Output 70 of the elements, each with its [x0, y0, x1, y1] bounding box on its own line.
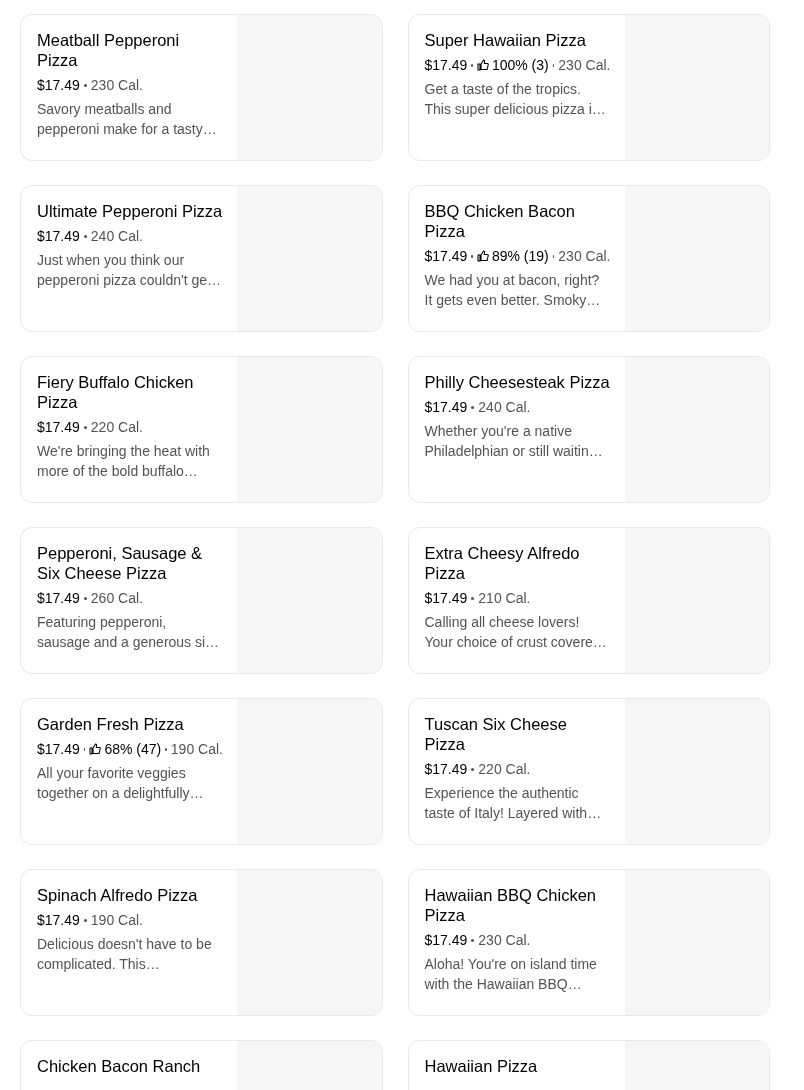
item-price: $17.49 [37, 418, 80, 437]
item-title: Hawaiian Pizza [424, 1056, 539, 1076]
menu-item-card[interactable]: Philly Cheesesteak Pizza $17.49 240 Cal. Whether you're a native Philadelphian or still waitin… [407, 356, 770, 503]
item-title: Tuscan Six Cheese Pizza [424, 714, 568, 754]
thumbs-up-icon [476, 59, 489, 71]
item-price: $17.49 [424, 931, 468, 950]
item-description: Get a taste of the tropics. This super delicious pizza i… [424, 80, 607, 119]
item-title: Pepperoni, Sausage & Six Cheese Pizza [37, 543, 204, 583]
menu-item-card[interactable]: Ultimate Pepperoni Pizza $17.49 240 Cal. Just when you think our pepperoni pizza couldn't ge… [20, 185, 383, 332]
menu-item-card[interactable]: Super Hawaiian Pizza $17.49 100% (3) 230 Cal. Get a taste of the tropics. This super delicious pizza i… [407, 14, 770, 161]
item-title: Hawaiian BBQ Chicken Pizza [424, 885, 597, 925]
item-description: We had you at bacon, right? It gets even better. Smoky… [424, 271, 602, 310]
item-calories: 230 Cal. [478, 931, 531, 950]
menu-item-card[interactable]: Tuscan Six Cheese Pizza $17.49 220 Cal. Experience the authentic taste of Italy! Layered with… [407, 698, 770, 845]
item-calories: 190 Cal. [170, 740, 223, 759]
menu-item-card[interactable]: Garden Fresh Pizza $17.49 68% (47) 190 Cal. All your favorite veggies together on a delightfully… [20, 698, 383, 845]
item-title: Spinach Alfredo Pizza [37, 885, 199, 905]
thumbs-up-icon [89, 743, 102, 755]
item-price: $17.49 [37, 76, 80, 95]
item-title: BBQ Chicken Bacon Pizza [424, 201, 576, 241]
item-description: Experience the authentic taste of Italy! Layered with… [424, 784, 603, 823]
menu-item-card[interactable]: Hawaiian BBQ Chicken Pizza $17.49 230 Cal. Aloha! You're on island time with the Hawaiian BBQ… [407, 869, 770, 1016]
item-calories: 220 Cal. [478, 760, 531, 779]
item-price: $17.49 [37, 589, 80, 608]
item-title: Fiery Buffalo Chicken Pizza [37, 372, 195, 412]
item-title: Meatball Pepperoni Pizza [37, 30, 181, 70]
item-calories: 220 Cal. [90, 418, 143, 437]
item-price: $17.49 [37, 740, 80, 759]
item-rating: 89% (19) [476, 246, 549, 266]
item-title: Philly Cheesesteak Pizza [424, 372, 611, 392]
item-title: Super Hawaiian Pizza [424, 30, 587, 50]
item-price: $17.49 [424, 398, 468, 417]
item-calories: 230 Cal. [558, 247, 611, 266]
menu-item-card[interactable]: Chicken Bacon Ranch [20, 1040, 383, 1090]
menu-item-card[interactable]: Spinach Alfredo Pizza $17.49 190 Cal. Delicious doesn't have to be complicated. This… [20, 869, 383, 1016]
item-calories: 230 Cal. [558, 56, 611, 75]
item-calories: 240 Cal. [478, 398, 531, 417]
menu-item-card[interactable]: BBQ Chicken Bacon Pizza $17.49 89% (19) 230 Cal. We had you at bacon, right? It gets even better. Smoky… [407, 185, 770, 332]
item-price: $17.49 [424, 56, 468, 75]
item-price: $17.49 [424, 589, 468, 608]
item-calories: 240 Cal. [90, 227, 143, 246]
item-calories: 210 Cal. [478, 589, 531, 608]
menu-item-card[interactable]: Extra Cheesy Alfredo Pizza $17.49 210 Cal. Calling all cheese lovers! Your choice of crust covere… [407, 527, 770, 674]
item-calories: 190 Cal. [90, 911, 143, 930]
item-description: Featuring pepperoni, sausage and a generous si… [37, 613, 221, 652]
item-rating: 68% (47) [89, 739, 162, 759]
item-description: Savory meatballs and pepperoni make for a tasty… [37, 100, 218, 139]
item-description: Just when you think our pepperoni pizza couldn't ge… [37, 251, 223, 290]
item-description: Delicious doesn't have to be complicated. This… [37, 935, 213, 974]
menu-item-card[interactable]: Meatball Pepperoni Pizza $17.49 230 Cal. Savory meatballs and pepperoni make for a tasty… [20, 14, 383, 161]
item-price: $17.49 [424, 247, 468, 266]
item-title: Ultimate Pepperoni Pizza [37, 201, 223, 221]
menu-item-card[interactable]: Fiery Buffalo Chicken Pizza $17.49 220 Cal. We're bringing the heat with more of the bold buffalo… [20, 356, 383, 503]
item-title: Extra Cheesy Alfredo Pizza [424, 543, 581, 583]
item-price: $17.49 [424, 760, 468, 779]
item-description: We're bringing the heat with more of the bold buffalo… [37, 442, 211, 481]
item-title: Chicken Bacon Ranch [37, 1056, 202, 1076]
item-rating: 100% (3) [476, 55, 549, 75]
item-description: Aloha! You're on island time with the Hawaiian BBQ… [424, 955, 598, 994]
item-description: Whether you're a native Philadelphian or still waitin… [424, 422, 604, 461]
item-calories: 260 Cal. [90, 589, 143, 608]
item-title: Garden Fresh Pizza [37, 714, 185, 734]
item-price: $17.49 [37, 227, 80, 246]
thumbs-up-icon [476, 250, 489, 262]
item-description: All your favorite veggies together on a delightfully… [37, 764, 205, 803]
item-price: $17.49 [37, 911, 80, 930]
item-calories: 230 Cal. [90, 76, 143, 95]
menu-item-card[interactable]: Pepperoni, Sausage & Six Cheese Pizza $17.49 260 Cal. Featuring pepperoni, sausage and a generous si… [20, 527, 383, 674]
menu-item-card[interactable]: Hawaiian Pizza [407, 1040, 770, 1090]
item-description: Calling all cheese lovers! Your choice of crust covere… [424, 613, 608, 652]
